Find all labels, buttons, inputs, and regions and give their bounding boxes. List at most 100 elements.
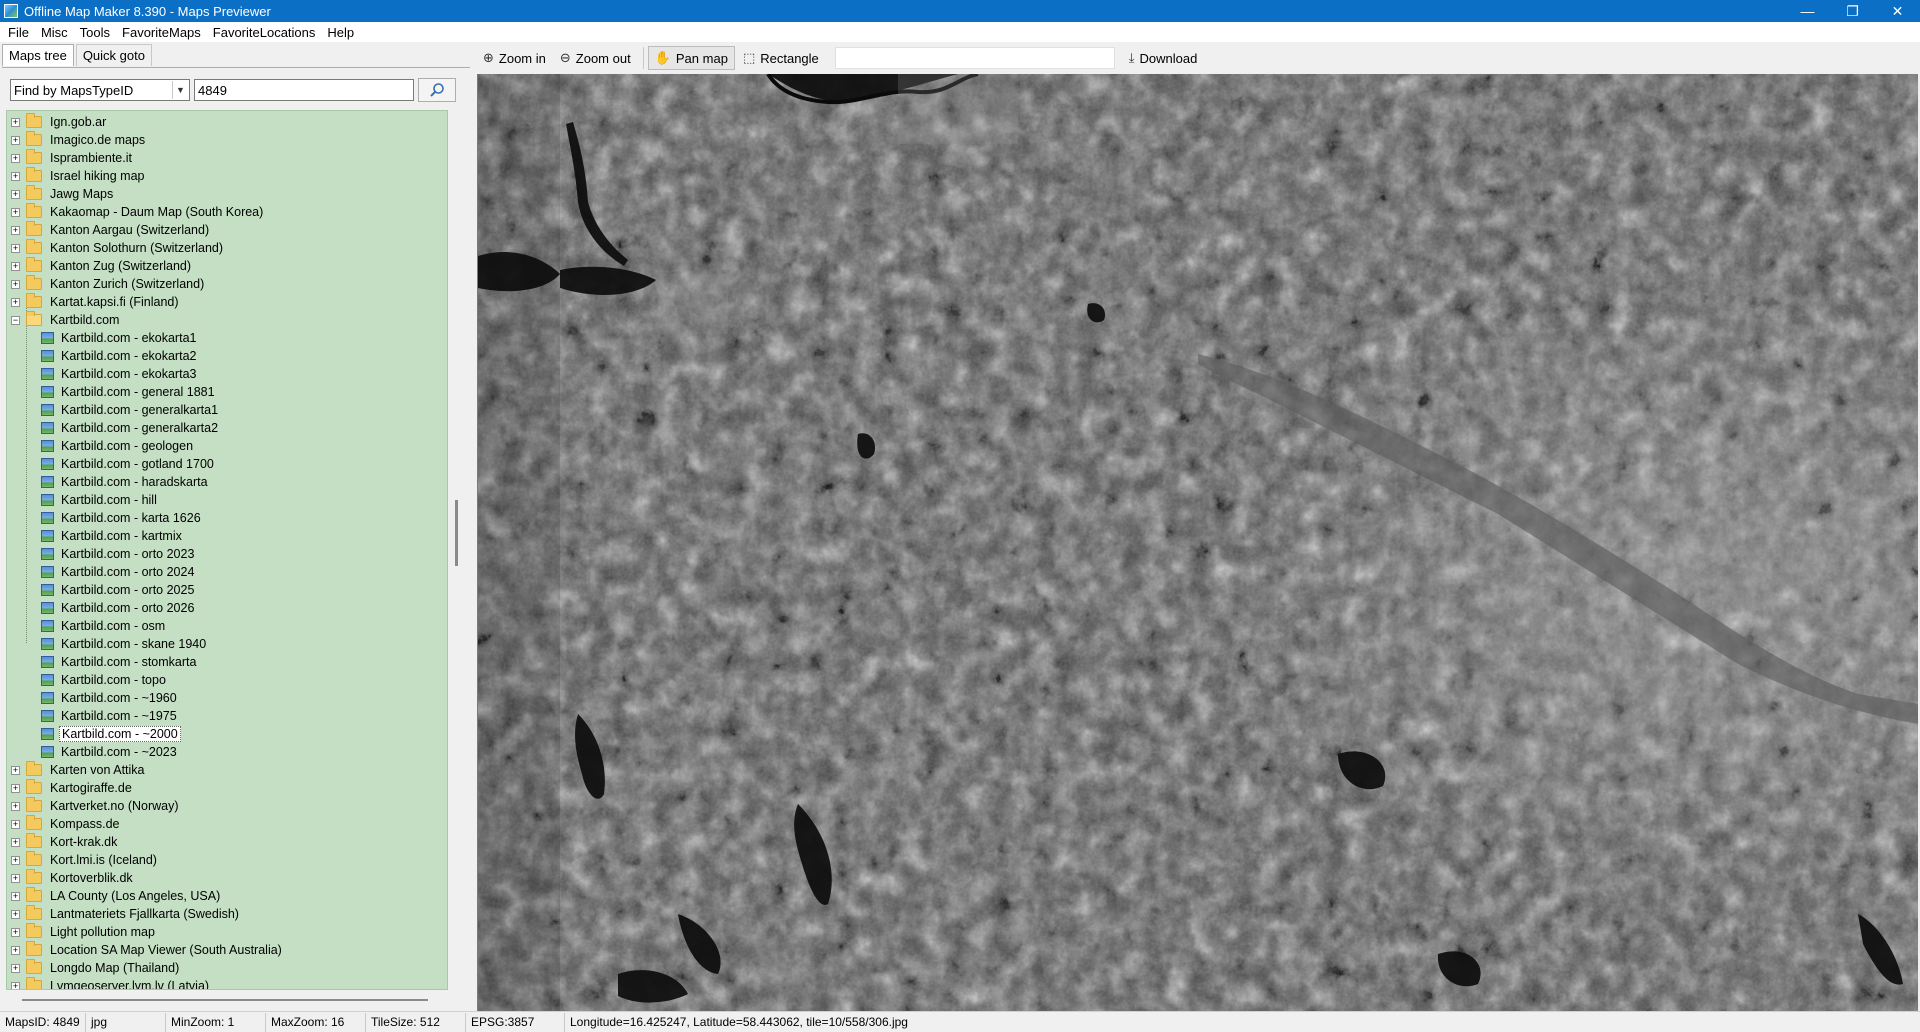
tree-map-node[interactable]: Kartbild.com - geologen: [41, 437, 195, 455]
expand-icon[interactable]: +: [11, 891, 20, 901]
tree-map-node[interactable]: Kartbild.com - haradskarta: [41, 473, 210, 491]
expand-icon[interactable]: +: [11, 981, 20, 989]
expand-icon[interactable]: +: [11, 207, 20, 217]
find-button[interactable]: [418, 78, 456, 102]
chevron-down-icon[interactable]: ▼: [172, 81, 188, 99]
tree-group-node[interactable]: + Karten von Attika: [11, 761, 147, 779]
tree-map-node[interactable]: Kartbild.com - skane 1940: [41, 635, 208, 653]
tree-map-node[interactable]: Kartbild.com - ekokarta1: [41, 329, 198, 347]
menu-favorite-locations[interactable]: FavoriteLocations: [207, 25, 322, 40]
expand-icon[interactable]: +: [11, 837, 20, 847]
tree-map-node[interactable]: Kartbild.com - hill: [41, 491, 159, 509]
tree-map-node[interactable]: Kartbild.com - orto 2024: [41, 563, 196, 581]
tree-horizontal-scrollbar[interactable]: [6, 992, 464, 1006]
download-button[interactable]: ⤓ Download: [1123, 46, 1204, 70]
expand-icon[interactable]: +: [11, 963, 20, 973]
find-input[interactable]: [194, 79, 414, 101]
tree-group-node[interactable]: + LA County (Los Angeles, USA): [11, 887, 222, 905]
menu-tools[interactable]: Tools: [74, 25, 116, 40]
expand-icon[interactable]: +: [11, 153, 20, 163]
expand-icon[interactable]: +: [11, 765, 20, 775]
tree-map-node[interactable]: Kartbild.com - ~1960: [41, 689, 179, 707]
map-viewport[interactable]: [477, 74, 1918, 1011]
tree-map-node[interactable]: Kartbild.com - stomkarta: [41, 653, 198, 671]
tree-group-node[interactable]: + Ign.gob.ar: [11, 113, 108, 131]
tree-map-node[interactable]: Kartbild.com - topo: [41, 671, 168, 689]
tree-group-node[interactable]: + Israel hiking map: [11, 167, 147, 185]
tree-group-node[interactable]: + Kortoverblik.dk: [11, 869, 135, 887]
collapse-icon[interactable]: −: [11, 315, 20, 325]
tree-map-node[interactable]: Kartbild.com - generalkarta2: [41, 419, 220, 437]
maps-tree[interactable]: + Ign.gob.ar + Imagico.de maps + Isprambiente…: [6, 110, 448, 990]
tree-group-node[interactable]: + Kartogiraffe.de: [11, 779, 134, 797]
tree-group-node[interactable]: + Kanton Solothurn (Switzerland): [11, 239, 225, 257]
scrollbar-thumb[interactable]: [455, 500, 458, 566]
expand-icon[interactable]: +: [11, 225, 20, 235]
tree-group-node[interactable]: + Kort-krak.dk: [11, 833, 119, 851]
rectangle-button[interactable]: ⬚ Rectangle: [737, 46, 825, 70]
tree-map-node[interactable]: Kartbild.com - ~1975: [41, 707, 179, 725]
tree-group-node[interactable]: + Kanton Zug (Switzerland): [11, 257, 193, 275]
expand-icon[interactable]: +: [11, 819, 20, 829]
tree-group-node[interactable]: + Isprambiente.it: [11, 149, 134, 167]
tree-group-node[interactable]: + Kanton Aargau (Switzerland): [11, 221, 211, 239]
find-by-select[interactable]: Find by MapsTypeID ▼: [10, 79, 190, 101]
pan-map-button[interactable]: ✋ Pan map: [647, 46, 735, 70]
tab-maps-tree[interactable]: Maps tree: [2, 44, 74, 66]
tree-map-node[interactable]: Kartbild.com - kartmix: [41, 527, 184, 545]
expand-icon[interactable]: +: [11, 171, 20, 181]
minimize-button[interactable]: —: [1785, 0, 1830, 22]
menu-help[interactable]: Help: [321, 25, 360, 40]
tree-map-node[interactable]: Kartbild.com - ~2023: [41, 743, 179, 761]
tree-map-node[interactable]: Kartbild.com - ekokarta3: [41, 365, 198, 383]
tree-map-node[interactable]: Kartbild.com - orto 2023: [41, 545, 196, 563]
tree-group-node[interactable]: + Kakaomap - Daum Map (South Korea): [11, 203, 265, 221]
expand-icon[interactable]: +: [11, 909, 20, 919]
tree-group-node[interactable]: + Light pollution map: [11, 923, 157, 941]
tree-group-node[interactable]: + Kartat.kapsi.fi (Finland): [11, 293, 181, 311]
expand-icon[interactable]: +: [11, 243, 20, 253]
tree-group-node[interactable]: + Kartverket.no (Norway): [11, 797, 181, 815]
expand-icon[interactable]: +: [11, 189, 20, 199]
tree-group-node[interactable]: + Kanton Zurich (Switzerland): [11, 275, 206, 293]
expand-icon[interactable]: +: [11, 927, 20, 937]
toolbar-text-field[interactable]: [834, 47, 1115, 69]
zoom-out-button[interactable]: ⊖ Zoom out: [554, 46, 637, 70]
tree-map-node[interactable]: Kartbild.com - generalkarta1: [41, 401, 220, 419]
expand-icon[interactable]: +: [11, 117, 20, 127]
tree-vertical-scrollbar[interactable]: [450, 110, 464, 990]
expand-icon[interactable]: +: [11, 783, 20, 793]
tree-group-node[interactable]: + Lvmgeoserver.lvm.lv (Latvia): [11, 977, 211, 989]
tree-group-node[interactable]: + Location SA Map Viewer (South Australia…: [11, 941, 284, 959]
expand-icon[interactable]: +: [11, 297, 20, 307]
expand-icon[interactable]: +: [11, 261, 20, 271]
tree-group-node[interactable]: + Lantmateriets Fjallkarta (Swedish): [11, 905, 241, 923]
tree-map-node[interactable]: Kartbild.com - orto 2026: [41, 599, 196, 617]
tree-group-node[interactable]: − Kartbild.com: [11, 311, 121, 329]
menu-favorite-maps[interactable]: FavoriteMaps: [116, 25, 207, 40]
expand-icon[interactable]: +: [11, 945, 20, 955]
tree-group-node[interactable]: + Jawg Maps: [11, 185, 115, 203]
tree-map-node[interactable]: Kartbild.com - osm: [41, 617, 167, 635]
expand-icon[interactable]: +: [11, 135, 20, 145]
tree-map-node[interactable]: Kartbild.com - karta 1626: [41, 509, 203, 527]
maximize-button[interactable]: ❐: [1830, 0, 1875, 22]
menu-file[interactable]: File: [2, 25, 35, 40]
close-button[interactable]: ✕: [1875, 0, 1920, 22]
tree-map-node[interactable]: Kartbild.com - ~2000: [41, 725, 181, 743]
tree-group-node[interactable]: + Longdo Map (Thailand): [11, 959, 181, 977]
menu-misc[interactable]: Misc: [35, 25, 74, 40]
expand-icon[interactable]: +: [11, 279, 20, 289]
scrollbar-thumb[interactable]: [22, 999, 428, 1001]
zoom-in-button[interactable]: ⊕ Zoom in: [477, 46, 552, 70]
tree-map-node[interactable]: Kartbild.com - general 1881: [41, 383, 217, 401]
expand-icon[interactable]: +: [11, 873, 20, 883]
tab-quick-goto[interactable]: Quick goto: [75, 44, 152, 66]
tree-group-node[interactable]: + Kort.lmi.is (Iceland): [11, 851, 159, 869]
tree-map-node[interactable]: Kartbild.com - gotland 1700: [41, 455, 216, 473]
tree-map-node[interactable]: Kartbild.com - ekokarta2: [41, 347, 198, 365]
tree-group-node[interactable]: + Imagico.de maps: [11, 131, 147, 149]
tree-map-node[interactable]: Kartbild.com - orto 2025: [41, 581, 196, 599]
tree-group-node[interactable]: + Kompass.de: [11, 815, 121, 833]
expand-icon[interactable]: +: [11, 801, 20, 811]
